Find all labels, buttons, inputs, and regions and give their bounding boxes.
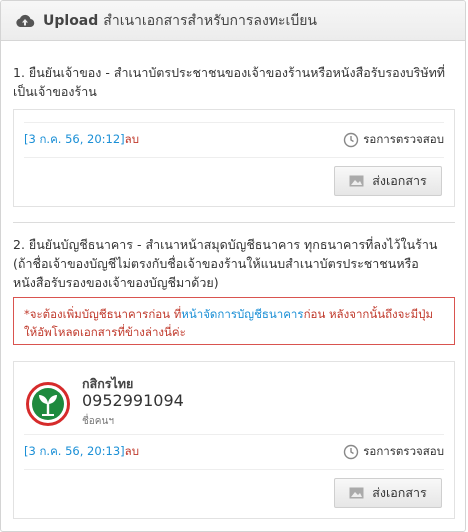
bank-file-row: [3 ก.ค. 56, 20:13]ลบ รอการตรวจสอบ [24, 434, 444, 470]
bank-send-label: ส่งเอกสาร [372, 485, 427, 500]
owner-file-link[interactable]: [3 ก.ค. 56, 20:12] [24, 132, 125, 146]
document-upload-panel: Upload สำเนาเอกสารสำหรับการลงทะเบียน 1. … [0, 0, 466, 532]
manage-bank-accounts-link[interactable]: หน้าจัดการบัญชีธนาคาร [181, 307, 303, 321]
panel-header: Upload สำเนาเอกสารสำหรับการลงทะเบียน [1, 1, 465, 41]
bank-file-link[interactable]: [3 ก.ค. 56, 20:13] [24, 444, 125, 458]
image-icon [349, 487, 364, 499]
bank-document-card: กสิกรไทย 0952991094 ชื่อคนฯ [3 ก.ค. 56, … [13, 361, 455, 519]
page-title: สำเนาเอกสารสำหรับการลงทะเบียน [103, 12, 318, 29]
bank-send-document-button[interactable]: ส่งเอกสาร [334, 478, 442, 508]
bank-status: รอการตรวจสอบ [343, 443, 444, 461]
section-owner-title: 1. ยืนยันเจ้าของ - สำเนาบัตรประชาชนของเจ… [13, 65, 446, 99]
header-upload-word: Upload [43, 12, 99, 29]
owner-status-text: รอการตรวจสอบ [363, 132, 444, 146]
bank-delete-link[interactable]: ลบ [125, 444, 139, 458]
section-bank-title: 2. ยืนยันบัญชีธนาคาร - สำเนาหน้าสมุดบัญช… [13, 237, 438, 290]
kasikorn-bank-logo [26, 382, 70, 426]
image-icon [349, 175, 364, 187]
bank-account-alert: *จะต้องเพิ่มบัญชีธนาคารก่อน ที่หน้าจัดกา… [13, 297, 455, 345]
bank-status-text: รอการตรวจสอบ [363, 444, 444, 458]
owner-document-card: [3 ก.ค. 56, 20:12]ลบ รอการตรวจสอบ ส่งเอก… [13, 109, 455, 207]
bank-account-holder: ชื่อคนฯ [82, 416, 114, 427]
owner-send-document-button[interactable]: ส่งเอกสาร [334, 166, 442, 196]
section-divider [13, 222, 455, 223]
owner-delete-link[interactable]: ลบ [125, 132, 139, 146]
clock-icon [344, 132, 359, 148]
bank-account-number: 0952991094 [82, 391, 184, 410]
cloud-upload-icon [16, 14, 35, 27]
owner-file-row: [3 ก.ค. 56, 20:12]ลบ รอการตรวจสอบ [24, 122, 444, 158]
alert-text-before: *จะต้องเพิ่มบัญชีธนาคารก่อน ที่ [24, 307, 182, 321]
owner-send-label: ส่งเอกสาร [372, 173, 427, 188]
clock-icon [344, 444, 359, 460]
owner-status: รอการตรวจสอบ [343, 131, 444, 149]
